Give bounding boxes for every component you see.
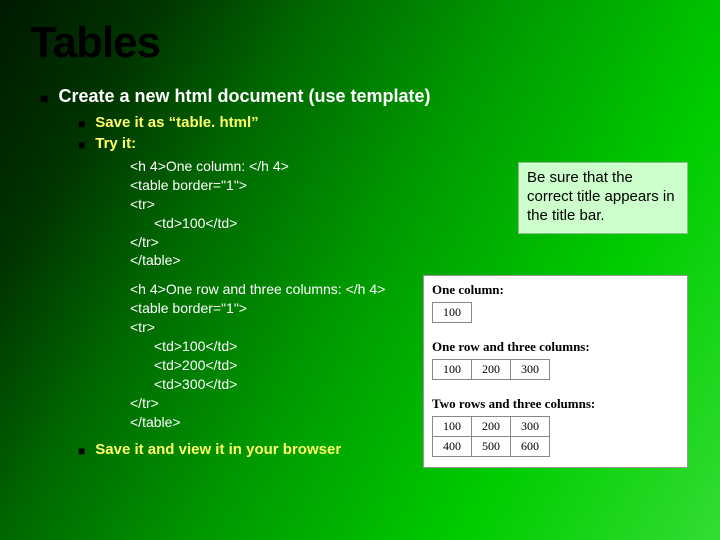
lvl2-try-text: Try it: (95, 135, 136, 152)
table-cell: 400 (433, 437, 472, 457)
code-line: </table> (130, 252, 181, 268)
table-cell: 200 (472, 360, 511, 380)
bullet-level-1: ■ Create a new html document (use templa… (40, 86, 690, 110)
callout-note: Be sure that the correct title appears i… (518, 162, 688, 234)
example-heading: One row and three columns: (424, 333, 687, 357)
lvl2-saveview-text: Save it and view it in your browser (95, 441, 341, 458)
code-line: <table border="1"> (130, 177, 247, 193)
code-line: </tr> (130, 234, 159, 250)
square-bullet-icon: ■ (78, 441, 85, 461)
bullet-level-2: ■ Save it as “table. html” (78, 114, 690, 134)
example-table-2: 100 200 300 (432, 359, 550, 380)
lvl1-text: Create a new html document (use template… (58, 86, 430, 107)
table-row: 100 (433, 303, 472, 323)
code-line: </tr> (130, 395, 159, 411)
square-bullet-icon: ■ (78, 114, 85, 134)
example-section: One row and three columns: 100 200 300 (424, 333, 687, 390)
code-line: <tr> (130, 196, 155, 212)
rendered-example: One column: 100 One row and three column… (423, 275, 688, 468)
page-title: Tables (30, 18, 690, 68)
table-cell: 300 (511, 360, 550, 380)
table-cell: 100 (433, 417, 472, 437)
lvl2-save-text: Save it as “table. html” (95, 114, 258, 131)
example-section: Two rows and three columns: 100 200 300 … (424, 390, 687, 467)
code-line: <h 4>One row and three columns: </h 4> (130, 281, 385, 297)
code-line: </table> (130, 414, 181, 430)
example-heading: Two rows and three columns: (424, 390, 687, 414)
table-cell: 100 (433, 360, 472, 380)
example-table-3: 100 200 300 400 500 600 (432, 416, 550, 457)
example-heading: One column: (424, 276, 687, 300)
bullet-level-2: ■ Try it: (78, 135, 690, 155)
square-bullet-icon: ■ (40, 86, 48, 110)
table-cell: 500 (472, 437, 511, 457)
table-row: 100 200 300 (433, 360, 550, 380)
example-table-1: 100 (432, 302, 472, 323)
code-line: <table border="1"> (130, 300, 247, 316)
table-row: 100 200 300 (433, 417, 550, 437)
example-section: One column: 100 (424, 276, 687, 333)
code-line: <h 4>One column: </h 4> (130, 158, 289, 174)
table-cell: 100 (433, 303, 472, 323)
table-cell: 600 (511, 437, 550, 457)
table-cell: 300 (511, 417, 550, 437)
slide: Tables ■ Create a new html document (use… (0, 0, 720, 540)
square-bullet-icon: ■ (78, 135, 85, 155)
table-row: 400 500 600 (433, 437, 550, 457)
table-cell: 200 (472, 417, 511, 437)
code-line: <tr> (130, 319, 155, 335)
